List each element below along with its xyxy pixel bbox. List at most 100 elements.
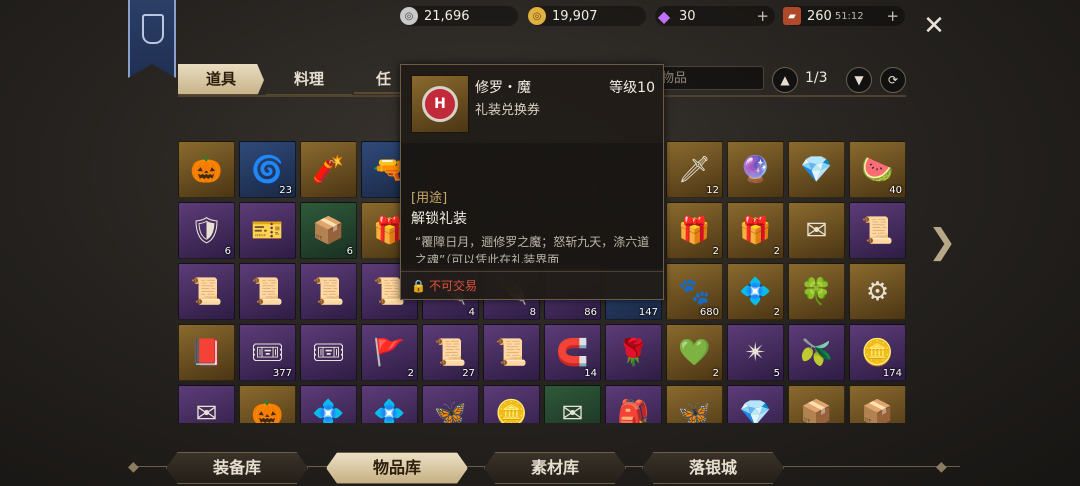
inventory-slot[interactable]: 🍀 (788, 263, 845, 320)
inventory-slot[interactable]: 🌹 (605, 324, 662, 381)
inventory-slot[interactable]: 📦 (788, 385, 845, 423)
item-icon: 📜 (434, 337, 467, 368)
close-icon[interactable]: ✕ (922, 13, 946, 39)
inventory-slot[interactable]: 🧲 14 (544, 324, 601, 381)
inventory-slot[interactable]: ✴ 5 (727, 324, 784, 381)
inventory-slot[interactable]: 💠 2 (727, 263, 784, 320)
inventory-slot[interactable]: 📜 (239, 263, 296, 320)
inventory-slot[interactable]: 💠 (361, 385, 418, 423)
lock-icon: 🔒 (411, 279, 426, 293)
inventory-slot[interactable]: 📜 (849, 202, 906, 259)
inventory-slot[interactable]: 💎 (788, 141, 845, 198)
inventory-slot[interactable]: ✉ (544, 385, 601, 423)
item-icon: 💠 (373, 398, 406, 424)
item-quantity: 2 (407, 368, 414, 379)
trade-status-label: 不可交易 (428, 279, 477, 293)
inventory-slot[interactable]: 🎟 377 (239, 324, 296, 381)
silver-amount: 21,696 (424, 8, 470, 24)
item-icon: 📦 (861, 398, 894, 424)
item-icon: 🧲 (556, 337, 589, 368)
tab-cooking[interactable]: 料理 (266, 64, 352, 96)
item-icon: 🎟 (311, 337, 345, 368)
gold-currency: ◎ 19,907 (528, 6, 646, 26)
inventory-slot[interactable]: 🎁 2 (727, 202, 784, 259)
item-icon: 💠 (739, 276, 772, 307)
item-icon: 🫒 (800, 337, 833, 368)
inventory-slot[interactable]: 🪙 174 (849, 324, 906, 381)
inventory-slot[interactable]: ✉ (788, 202, 845, 259)
guild-banner[interactable] (128, 0, 176, 78)
item-icon: ✉ (195, 398, 218, 424)
inventory-slot[interactable]: 🦋 (422, 385, 479, 423)
item-quantity: 377 (272, 368, 292, 379)
inventory-slot[interactable]: ✉ (178, 385, 235, 423)
item-icon: 🛡 (189, 215, 223, 246)
item-icon: 💠 (312, 398, 345, 424)
item-quantity: 14 (584, 368, 597, 379)
inventory-slot[interactable]: 💚 2 (666, 324, 723, 381)
inventory-slot[interactable]: 🐾 680 (666, 263, 723, 320)
inventory-slot[interactable]: 🚩 2 (361, 324, 418, 381)
inventory-slot[interactable]: 🔮 (727, 141, 784, 198)
page-up-button[interactable]: ▲ (772, 67, 798, 93)
item-icon: ✴ (744, 337, 767, 368)
item-icon: 🎃 (251, 398, 284, 424)
item-icon: 🎫 (251, 215, 284, 246)
inventory-slot[interactable]: 🪙 (483, 385, 540, 423)
gem-currency: ◆ 30 + (655, 6, 775, 26)
item-icon: 🌹 (617, 337, 650, 368)
gem-amount: 30 (679, 8, 696, 24)
nav-silverfall-city[interactable]: 落银城 (642, 452, 784, 484)
item-icon: 🦋 (678, 398, 711, 424)
item-icon: 📜 (312, 276, 345, 307)
item-icon: 🍉 (861, 154, 894, 185)
inventory-slot[interactable]: 🎫 (239, 202, 296, 259)
add-stamina-button[interactable]: + (886, 7, 899, 25)
inventory-slot[interactable]: 🍉 40 (849, 141, 906, 198)
search-input[interactable]: 物品 (648, 66, 764, 90)
nav-material-storage[interactable]: 素材库 (484, 452, 626, 484)
inventory-slot[interactable]: 🎒 (605, 385, 662, 423)
nav-equipment-storage[interactable]: 装备库 (166, 452, 308, 484)
item-icon: 🚩 (373, 337, 406, 368)
nav-item-storage[interactable]: 物品库 (326, 452, 468, 484)
inventory-slot[interactable]: 📕 (178, 324, 235, 381)
item-icon: 🎒 (617, 398, 650, 424)
tooltip-description: “覆障日月，逦修罗之魔；怒斩九天，涤六道之魂”（可以凭此在礼装界面 (415, 235, 650, 263)
inventory-slot[interactable]: 🗡 12 (666, 141, 723, 198)
inventory-slot[interactable]: 🎃 (178, 141, 235, 198)
inventory-slot[interactable]: 🛡 6 (178, 202, 235, 259)
inventory-slot[interactable]: 📦 6 (300, 202, 357, 259)
tab-items[interactable]: 道具 (178, 64, 264, 96)
inventory-slot[interactable]: 📜 (300, 263, 357, 320)
nav-ornament-left-icon: ◆ (128, 459, 139, 475)
inventory-slot[interactable]: 💠 (300, 385, 357, 423)
inventory-slot[interactable]: 🧨 (300, 141, 357, 198)
inventory-slot[interactable]: 🎃 (239, 385, 296, 423)
inventory-slot[interactable]: 💎 (727, 385, 784, 423)
tooltip-divider (401, 271, 663, 272)
inventory-slot[interactable]: 📜 (483, 324, 540, 381)
inventory-slot[interactable]: 🎁 2 (666, 202, 723, 259)
page-down-button[interactable]: ▼ (846, 67, 872, 93)
item-icon: 💚 (678, 337, 711, 368)
inventory-slot[interactable]: 🌀 23 (239, 141, 296, 198)
item-icon: 🎁 (739, 215, 772, 246)
item-icon: 💎 (800, 154, 833, 185)
nav-ornament-right-icon: ◆ (936, 459, 947, 475)
add-gem-button[interactable]: + (756, 7, 769, 25)
item-icon: 🧨 (312, 154, 345, 185)
inventory-slot[interactable]: 🦋 (666, 385, 723, 423)
page-indicator: 1/3 (805, 70, 828, 86)
item-icon: 🐾 (678, 276, 711, 307)
next-page-arrow-icon[interactable]: ❯ (928, 222, 957, 262)
inventory-slot[interactable]: 📜 (178, 263, 235, 320)
inventory-slot[interactable]: ⚙ (849, 263, 906, 320)
refresh-icon[interactable]: ⟳ (880, 67, 906, 93)
inventory-slot[interactable]: 🎟 (300, 324, 357, 381)
inventory-slot[interactable]: 📜 27 (422, 324, 479, 381)
item-icon: ⚙ (865, 276, 890, 307)
tooltip-effect: 解锁礼装 (411, 211, 467, 227)
inventory-slot[interactable]: 📦 (849, 385, 906, 423)
inventory-slot[interactable]: 🫒 (788, 324, 845, 381)
